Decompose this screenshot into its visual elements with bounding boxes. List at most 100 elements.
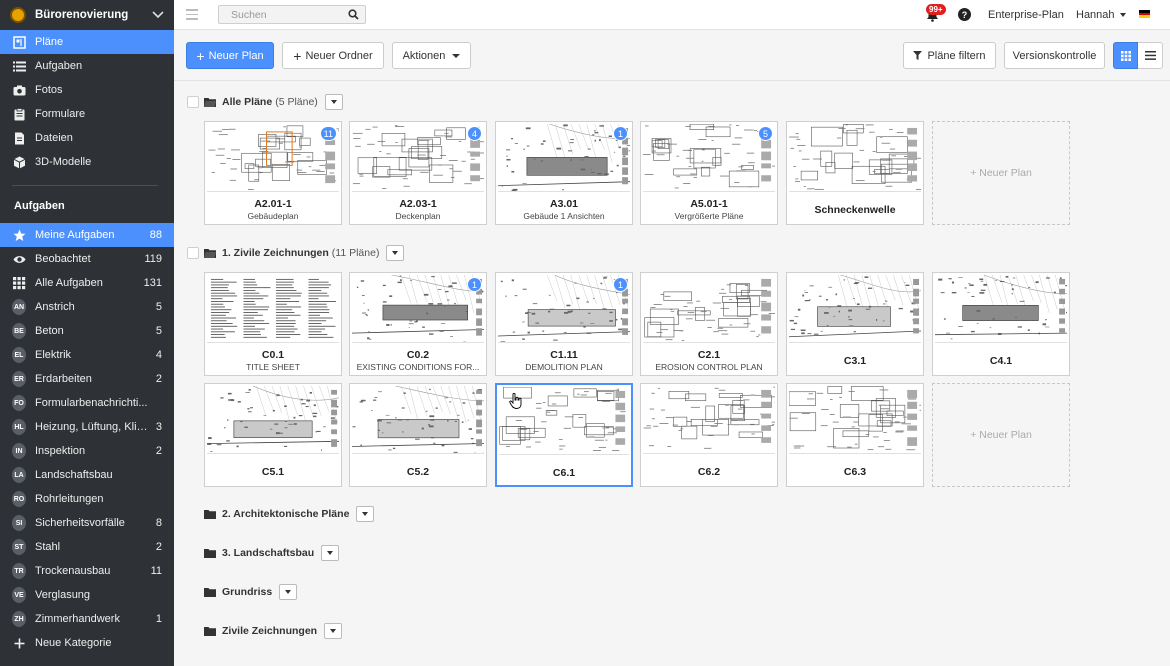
sidebar-item-elektrik[interactable]: EL Elektrik 4 (0, 343, 174, 367)
folder-name[interactable]: Alle Pläne (222, 96, 272, 108)
sidebar-item-inspektion[interactable]: IN Inspektion 2 (0, 439, 174, 463)
plan-thumbnail (643, 386, 775, 454)
sidebar-item-alle-aufgaben[interactable]: Alle Aufgaben 131 (0, 271, 174, 295)
category-avatar-wrap: EL (12, 347, 26, 363)
sidebar-item-formularbenachrichti[interactable]: FO Formularbenachrichti... (0, 391, 174, 415)
sidebar-item-formulare[interactable]: Formulare (0, 102, 174, 126)
plan-card[interactable]: 1 C0.2 EXISTING CONDITIONS FOR... (349, 272, 487, 376)
folder-row[interactable]: Alle Pläne (5 Pläne) (187, 92, 343, 112)
plan-thumbnail (352, 275, 484, 343)
sidebar-item-label: Elektrik (35, 349, 72, 361)
sidebar-item-verglasung[interactable]: VE Verglasung (0, 583, 174, 607)
sidebar-item-stahl[interactable]: ST Stahl 2 (0, 535, 174, 559)
search-box[interactable] (218, 5, 366, 24)
new-plan-card[interactable]: + Neuer Plan (932, 121, 1070, 225)
sidebar-item-sicherheitsvorfälle[interactable]: SI Sicherheitsvorfälle 8 (0, 511, 174, 535)
plan-card[interactable]: Schneckenwelle (786, 121, 924, 225)
sidebar-item-dateien[interactable]: Dateien (0, 126, 174, 150)
actions-dropdown[interactable]: Aktionen (392, 42, 471, 69)
sidebar-item-pläne[interactable]: Pläne (0, 30, 174, 54)
plan-card[interactable]: C2.1 EROSION CONTROL PLAN (640, 272, 778, 376)
plan-card[interactable]: 1 A3.01 Gebäude 1 Ansichten (495, 121, 633, 225)
plan-card[interactable]: C6.3 (786, 383, 924, 487)
german-flag-icon[interactable] (1139, 10, 1150, 18)
user-menu[interactable]: Hannah (1076, 9, 1126, 21)
plan-code: A3.01 (549, 198, 579, 210)
folder-row[interactable]: 1. Zivile Zeichnungen (11 Pläne) (187, 243, 405, 263)
plan-card[interactable]: C6.2 (640, 383, 778, 487)
search-input[interactable] (219, 6, 339, 23)
plan-code: C0.2 (406, 349, 430, 361)
sidebar-item-heizung-lüftung-klima[interactable]: HL Heizung, Lüftung, Klima 3 (0, 415, 174, 439)
plan-thumbnail (352, 386, 484, 454)
folder-row[interactable]: Zivile Zeichnungen (204, 621, 343, 641)
folder-checkbox[interactable] (187, 96, 199, 108)
task-count-badge: 1 (613, 126, 628, 141)
folder-name[interactable]: 1. Zivile Zeichnungen (222, 247, 329, 259)
folder-name[interactable]: 2. Architektonische Pläne (222, 508, 349, 520)
main-nav: Pläne Aufgaben Fotos Formulare Dateien 3D-Mod… (0, 30, 174, 174)
sidebar-item-meine-aufgaben[interactable]: Meine Aufgaben 88 (0, 223, 174, 247)
help-icon[interactable]: ? (958, 8, 971, 21)
plan-card[interactable]: 4 A2.03-1 Deckenplan (349, 121, 487, 225)
plan-code: A2.01-1 (254, 198, 292, 210)
sidebar-item-erdarbeiten[interactable]: ER Erdarbeiten 2 (0, 367, 174, 391)
folder-checkbox[interactable] (187, 247, 199, 259)
sidebar-item-aufgaben[interactable]: Aufgaben (0, 54, 174, 78)
folder-icon (204, 509, 216, 519)
enterprise-plan-link[interactable]: Enterprise-Plan (988, 9, 1064, 21)
folder-row[interactable]: 3. Landschaftsbau (204, 543, 340, 563)
plan-card[interactable]: C3.1 (786, 272, 924, 376)
sidebar-item-label: Anstrich (35, 301, 75, 313)
folder-name[interactable]: 3. Landschaftsbau (222, 547, 314, 559)
plan-card[interactable]: C0.1 TITLE SHEET (204, 272, 342, 376)
folder-name[interactable]: Grundriss (222, 586, 272, 598)
search-icon[interactable] (348, 9, 359, 20)
sidebar-item-label: Trockenausbau (35, 565, 111, 577)
new-folder-button[interactable]: + Neuer Ordner (282, 42, 384, 69)
plan-thumbnail (789, 386, 921, 454)
sidebar-item-fotos[interactable]: Fotos (0, 78, 174, 102)
folder-menu-dropdown[interactable] (279, 584, 298, 600)
plan-card[interactable]: C6.1 (495, 383, 633, 487)
menu-icon[interactable] (186, 9, 198, 23)
plan-card[interactable]: 11 A2.01-1 Gebäudeplan (204, 121, 342, 225)
folder-row[interactable]: 2. Architektonische Pläne (204, 504, 375, 524)
plan-card[interactable]: 1 C1.11 DEMOLITION PLAN (495, 272, 633, 376)
grid-view-button[interactable] (1113, 42, 1138, 69)
sidebar-item-label: Verglasung (35, 589, 91, 601)
sidebar-item-label: 3D-Modelle (35, 156, 92, 168)
plan-description: Vergrößerte Pläne (674, 211, 744, 221)
plan-card[interactable]: C5.1 (204, 383, 342, 487)
sidebar-item-anstrich[interactable]: AN Anstrich 5 (0, 295, 174, 319)
chevron-down-icon[interactable] (152, 11, 164, 19)
plan-code: C4.1 (989, 355, 1013, 367)
folder-menu-dropdown[interactable] (324, 623, 343, 639)
sidebar-item-landschaftsbau[interactable]: LA Landschaftsbau (0, 463, 174, 487)
version-control-button[interactable]: Versionskontrolle (1004, 42, 1105, 69)
plan-card[interactable]: C4.1 (932, 272, 1070, 376)
folder-menu-dropdown[interactable] (324, 94, 343, 110)
sidebar-item-beobachtet[interactable]: Beobachtet 119 (0, 247, 174, 271)
category-avatar: LA (12, 467, 26, 483)
list-view-button[interactable] (1138, 42, 1163, 69)
sidebar-item-beton[interactable]: BE Beton 5 (0, 319, 174, 343)
folder-menu-dropdown[interactable] (321, 545, 340, 561)
sidebar-item-rohrleitungen[interactable]: RO Rohrleitungen (0, 487, 174, 511)
task-count-badge: 1 (613, 277, 628, 292)
project-switcher[interactable]: Bürorenovierung (0, 0, 174, 30)
plan-code: Schneckenwelle (814, 204, 896, 216)
folder-menu-dropdown[interactable] (356, 506, 375, 522)
filter-plans-button[interactable]: Pläne filtern (903, 42, 996, 69)
folder-row[interactable]: Grundriss (204, 582, 298, 602)
new-plan-button[interactable]: + Neuer Plan (186, 42, 274, 69)
sidebar-item-neue-kategorie[interactable]: Neue Kategorie (0, 631, 174, 655)
plan-card[interactable]: 5 A5.01-1 Vergrößerte Pläne (640, 121, 778, 225)
sidebar-item-trockenausbau[interactable]: TR Trockenausbau 11 (0, 559, 174, 583)
plan-card[interactable]: C5.2 (349, 383, 487, 487)
sidebar-item-3d-modelle[interactable]: 3D-Modelle (0, 150, 174, 174)
folder-menu-dropdown[interactable] (386, 245, 405, 261)
folder-name[interactable]: Zivile Zeichnungen (222, 625, 317, 637)
sidebar-item-zimmerhandwerk[interactable]: ZH Zimmerhandwerk 1 (0, 607, 174, 631)
new-plan-card[interactable]: + Neuer Plan (932, 383, 1070, 487)
